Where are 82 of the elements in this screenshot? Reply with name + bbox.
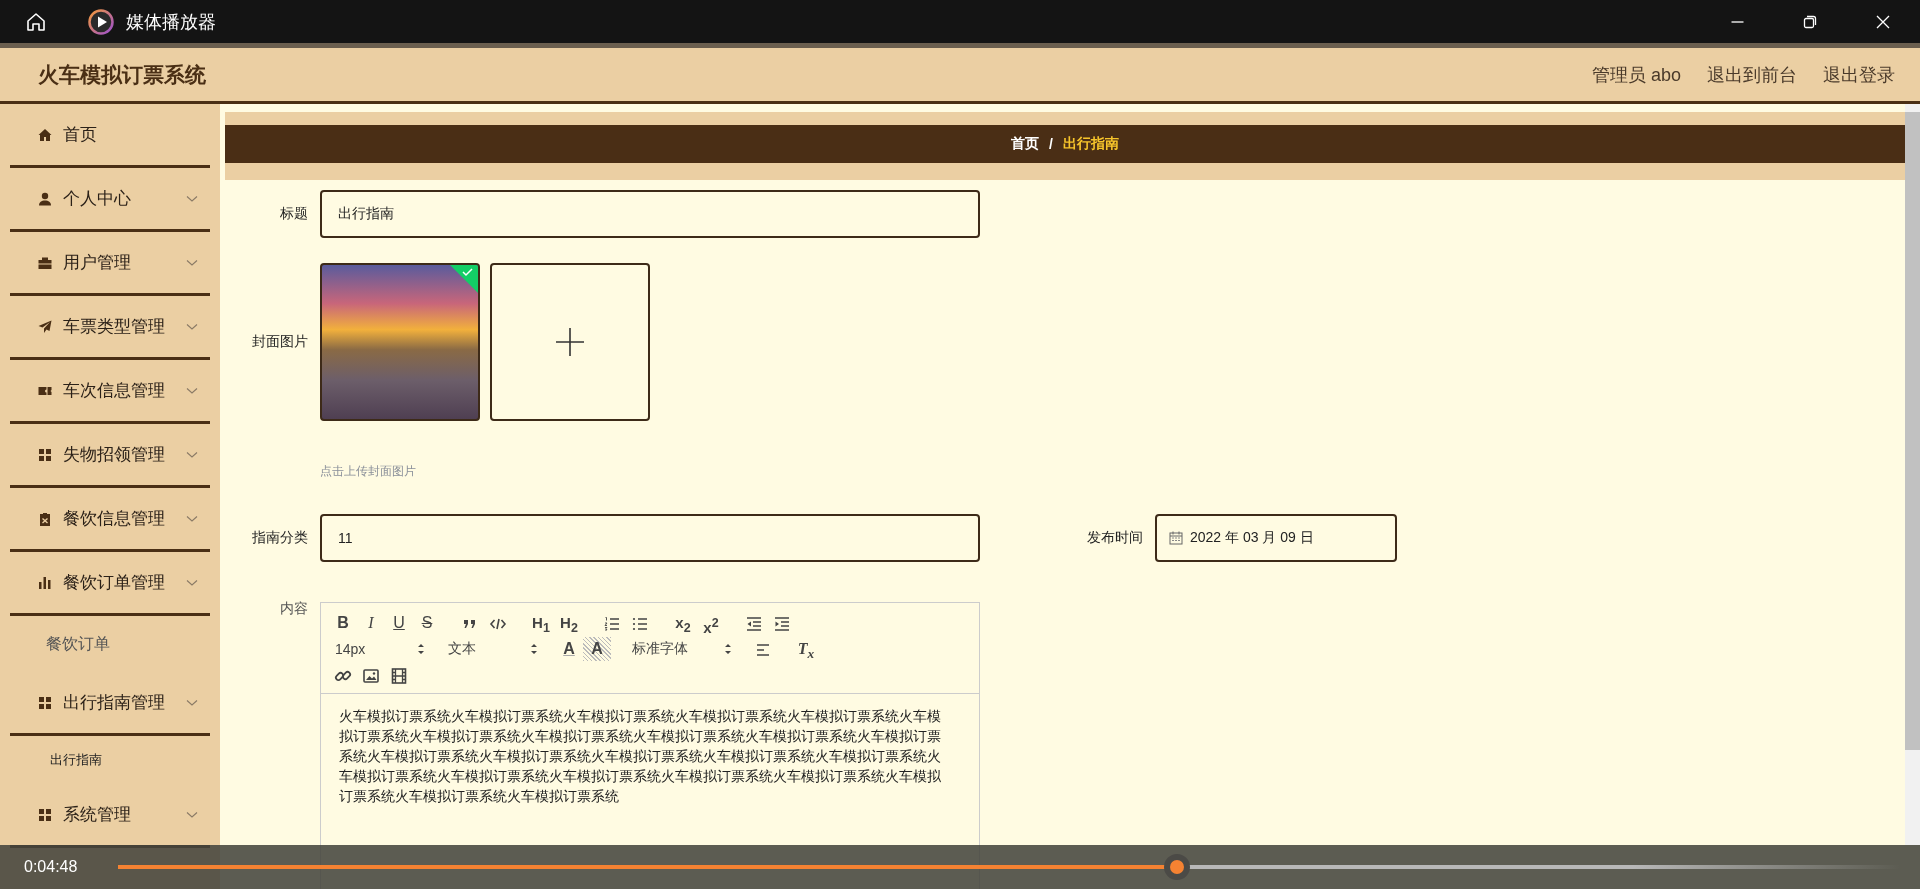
updown-icon — [417, 643, 425, 655]
film-icon — [390, 666, 408, 685]
sidebar-item[interactable]: 失物招领管理 — [10, 424, 210, 488]
close-icon — [1876, 14, 1890, 29]
field-label: 内容 — [279, 600, 308, 618]
restore-icon — [1803, 14, 1817, 29]
photo-placeholder[interactable] — [320, 263, 480, 421]
toolbar-dropdown[interactable]: 14px — [329, 637, 427, 661]
image-icon — [362, 666, 380, 685]
chevron-icon — [186, 450, 198, 459]
play-icon — [88, 8, 114, 35]
category-input[interactable]: 11 — [320, 514, 980, 562]
updown-icon — [724, 643, 732, 655]
field-label: 指南分类 — [251, 529, 308, 547]
text-color-button[interactable]: A — [555, 637, 583, 661]
sidebar-item[interactable]: 出行指南管理 — [10, 672, 210, 736]
underline-button[interactable]: U — [385, 611, 413, 635]
toolbar-dropdown[interactable]: 标准字体 — [626, 637, 734, 661]
chevron-icon — [186, 322, 198, 331]
upload-hint: 点击上传封面图片 — [320, 464, 416, 478]
background-color-button[interactable]: A — [583, 637, 611, 661]
check-badge-icon — [450, 265, 478, 293]
heading-button[interactable]: H$_{2}$ — [555, 611, 583, 635]
submenu-item[interactable]: 餐饮订单 — [0, 616, 220, 672]
subscript-button[interactable]: x$_{2}$ — [669, 611, 697, 635]
italic-button[interactable]: I — [357, 611, 385, 635]
sidebar-item[interactable]: 餐饮信息管理 — [10, 488, 210, 552]
slider-thumb[interactable] — [1163, 854, 1190, 880]
toolbar-dropdown[interactable]: 文本 — [442, 637, 540, 661]
briefcase-icon — [38, 255, 52, 270]
outdent-icon — [745, 614, 763, 633]
calendar-icon — [1169, 531, 1183, 545]
date-picker[interactable]: 2022 年 03 月 09 日 — [1155, 514, 1397, 562]
grid-icon — [38, 695, 52, 710]
plus-icon — [556, 328, 584, 356]
grid-icon — [38, 447, 52, 462]
chevron-icon — [186, 194, 198, 203]
breadcrumb-item: 出行指南 — [1062, 135, 1119, 153]
strikethrough-button[interactable]: S — [413, 611, 441, 635]
chevron-icon — [186, 258, 198, 267]
editor-text[interactable]: 火车模拟订票系统火车模拟订票系统火车模拟订票系统火车模拟订票系统火车模拟订票系统火车模拟订票系统火车模拟订票系统火车模拟订票系统火车模拟订票系统火车模拟订票系统火车模拟订票系统火车模拟订票系统火车模拟订票系统火车模拟订票系统火车模拟订票系统火车模拟订票系统火车模拟订票系统火车模拟订票系统火车模拟订票系统火车模拟订票系统火车模拟订票系统火车模拟订票系统火车模拟订票系统火车模拟订票系统 — [339, 706, 949, 806]
submenu-item[interactable]: 出行指南 — [0, 736, 220, 784]
clipboard-icon — [38, 511, 52, 526]
updown-icon — [530, 643, 538, 655]
field-label: 封面图片 — [251, 333, 308, 351]
scrollbar[interactable] — [1905, 104, 1920, 845]
paper-plane-icon — [38, 319, 52, 334]
playback-time: 0:04:48 — [24, 858, 79, 876]
home-icon — [38, 127, 52, 142]
breadcrumb-separator: / — [1049, 136, 1053, 152]
chevron-icon — [186, 810, 198, 819]
sidebar-item[interactable]: 车次信息管理 — [10, 360, 210, 424]
user-icon — [38, 191, 52, 206]
header-link[interactable]: 退出到前台 — [1707, 62, 1797, 87]
field-label: 发布时间 — [1086, 529, 1143, 547]
chevron-icon — [186, 386, 198, 395]
user-link[interactable]: 管理员 abo — [1591, 62, 1681, 87]
indent-icon — [773, 614, 791, 633]
chevron-icon — [186, 698, 198, 707]
site-title: 火车模拟订票系统 — [38, 61, 206, 88]
chevron-icon — [186, 578, 198, 587]
clear-format-button[interactable]: T$_{x}$ — [792, 637, 820, 661]
breadcrumb-item[interactable]: 首页 — [1011, 135, 1040, 153]
field-label: 标题 — [279, 205, 308, 223]
numbered-list-icon — [603, 614, 621, 633]
home-icon — [25, 10, 47, 33]
minimize-icon — [1730, 20, 1744, 23]
chevron-icon — [186, 514, 198, 523]
sidebar-item[interactable]: 车票类型管理 — [10, 296, 210, 360]
sidebar-item[interactable]: 首页 — [10, 104, 210, 168]
superscript-button[interactable]: x$^{2}$ — [697, 611, 725, 635]
header-link[interactable]: 退出登录 — [1823, 62, 1895, 87]
sidebar-item[interactable]: 餐饮订单管理 — [10, 552, 210, 616]
sidebar-item[interactable]: 个人中心 — [10, 168, 210, 232]
bar-chart-icon — [38, 575, 52, 590]
title-input[interactable]: 出行指南 — [320, 190, 980, 238]
app-title: 媒体播放器 — [126, 10, 216, 34]
grid-icon — [38, 807, 52, 822]
upload-button[interactable] — [490, 263, 650, 421]
bold-button[interactable]: B — [329, 611, 357, 635]
sidebar-item[interactable]: 用户管理 — [10, 232, 210, 296]
heading-button[interactable]: H$_{1}$ — [527, 611, 555, 635]
